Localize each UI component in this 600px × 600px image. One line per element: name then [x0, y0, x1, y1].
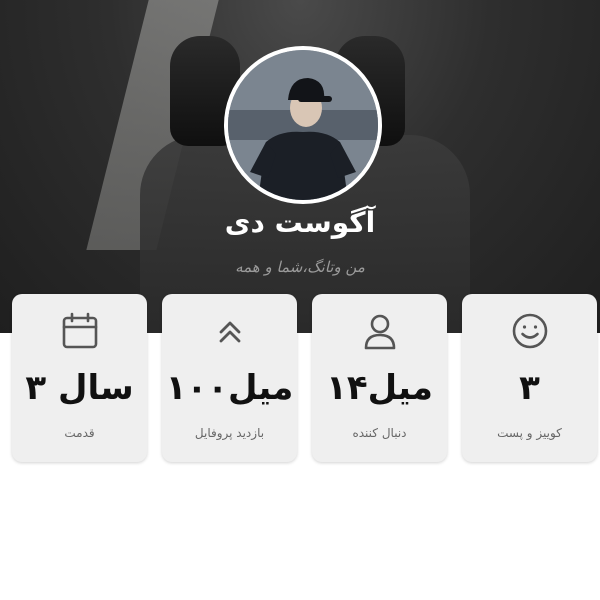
stat-card-followers[interactable]: ۱۴میل دنبال کننده: [312, 294, 447, 462]
stat-label: قدمت: [64, 426, 95, 440]
stat-card-account-age[interactable]: ۳ سال قدمت: [12, 294, 147, 462]
calendar-icon: [59, 310, 101, 352]
stat-label: کوییز و پست: [497, 426, 562, 440]
user-icon: [359, 310, 401, 352]
stat-value: ۳ سال: [25, 368, 134, 408]
avatar-photo: [228, 50, 378, 200]
smiley-icon: [509, 310, 551, 352]
stat-card-profile-views[interactable]: ۱۰۰میل بازدید پروفایل: [162, 294, 297, 462]
profile-name: آگوست دی: [224, 206, 376, 239]
stat-value: ۳: [519, 368, 540, 408]
chevrons-up-icon: [209, 310, 251, 352]
stat-value: ۱۴میل: [326, 368, 433, 408]
stat-value: ۱۰۰میل: [165, 368, 294, 408]
stat-card-quizzes[interactable]: ۳ کوییز و پست: [462, 294, 597, 462]
profile-avatar[interactable]: [224, 46, 382, 204]
stat-label: بازدید پروفایل: [194, 426, 265, 440]
stat-label: دنبال کننده: [352, 426, 407, 440]
profile-bio: من وتانگ،شما و همه: [235, 258, 365, 276]
